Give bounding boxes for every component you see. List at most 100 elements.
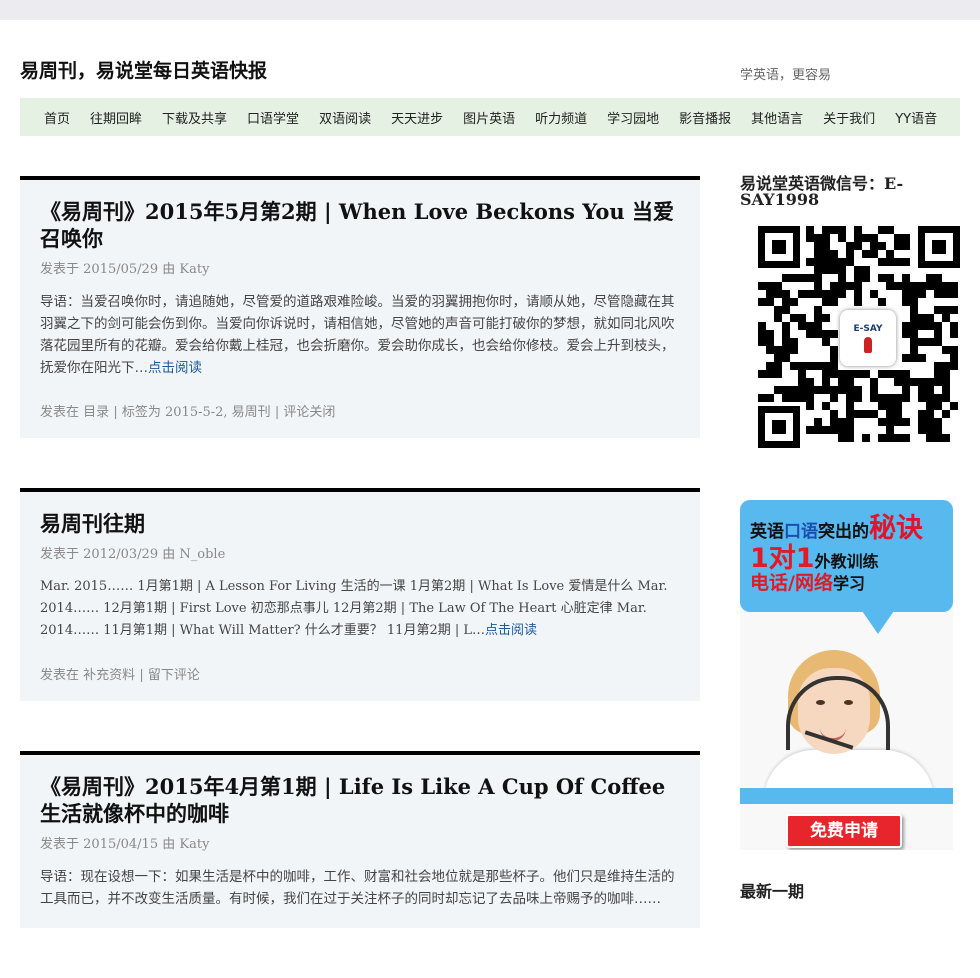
qr-module [766, 362, 774, 370]
nav-item-archive[interactable]: 往期回眸 [80, 108, 152, 127]
nav-item-study[interactable]: 学习园地 [597, 108, 669, 127]
qr-module [790, 346, 798, 354]
qr-module [926, 282, 934, 290]
nav-item-listening[interactable]: 听力频道 [525, 108, 597, 127]
category-link[interactable]: 目录 [83, 405, 109, 420]
nav-item-home[interactable]: 首页 [34, 108, 80, 127]
qr-module [766, 330, 774, 338]
footer-separator: | [113, 405, 118, 420]
qr-module [822, 378, 830, 386]
leave-comment-link[interactable]: 留下评论 [148, 668, 200, 683]
qr-module [854, 266, 862, 274]
qr-module [806, 378, 814, 386]
qr-module [830, 418, 838, 426]
qr-module [830, 394, 838, 402]
read-more-link[interactable]: 点击阅读 [148, 360, 202, 376]
qr-module [806, 274, 814, 282]
qr-module [854, 298, 862, 306]
qr-module [902, 258, 910, 266]
qr-module [942, 314, 950, 322]
comments-status: 评论关闭 [283, 405, 336, 420]
qr-module [894, 410, 902, 418]
qr-module [934, 370, 942, 378]
qr-module [838, 226, 846, 234]
nav-item-other-languages[interactable]: 其他语言 [741, 108, 813, 127]
tags-links[interactable]: 2015-5-2, 易周刊 [165, 405, 271, 420]
nav-item-bilingual[interactable]: 双语阅读 [309, 108, 381, 127]
read-more-link[interactable]: 点击阅读 [485, 623, 537, 638]
wechat-qr-code: E-SAY [758, 226, 960, 448]
qr-module [838, 386, 846, 394]
qr-module [846, 370, 854, 378]
post-author-link[interactable]: Katy [179, 837, 209, 852]
post-author-link[interactable]: N_oble [179, 547, 225, 562]
qr-module [814, 386, 822, 394]
qr-module [918, 314, 926, 322]
qr-module [862, 234, 870, 242]
nav-item-speaking[interactable]: 口语学堂 [237, 108, 309, 127]
qr-module [798, 394, 806, 402]
qr-module [846, 410, 854, 418]
nav-item-media[interactable]: 影音播报 [669, 108, 741, 127]
post-author-link[interactable]: Katy [179, 262, 209, 277]
post-meta: 发表于 2015/05/29 由 Katy [40, 258, 680, 277]
post-date-link[interactable]: 2012/03/29 [83, 547, 158, 562]
post-title-link[interactable]: 《易周刊》2015年4月第1期 | Life Is Like A Cup Of … [40, 774, 665, 826]
qr-module [942, 362, 950, 370]
qr-module [918, 418, 926, 426]
qr-module [934, 378, 942, 386]
qr-module [910, 298, 918, 306]
post-title-link[interactable]: 《易周刊》2015年5月第2期 | When Love Beckons You … [40, 199, 674, 251]
qr-module [814, 282, 822, 290]
qr-module [886, 394, 894, 402]
category-link[interactable]: 补充资料 [83, 668, 135, 683]
post-date-link[interactable]: 2015/05/29 [83, 262, 158, 277]
qr-module [814, 258, 822, 266]
qr-module [886, 410, 894, 418]
qr-module [822, 314, 830, 322]
nav-item-downloads[interactable]: 下载及共享 [152, 108, 237, 127]
qr-module [854, 242, 862, 250]
qr-module [926, 410, 934, 418]
qr-module [910, 282, 918, 290]
qr-module [894, 418, 902, 426]
qr-module [894, 394, 902, 402]
qr-module [790, 386, 798, 394]
qr-module [814, 242, 822, 250]
qr-module [926, 338, 934, 346]
qr-module [846, 386, 854, 394]
qr-module [822, 362, 830, 370]
qr-module [822, 226, 830, 234]
qr-module [814, 314, 822, 322]
qr-module [822, 426, 830, 434]
qr-module [758, 338, 766, 346]
qr-module [846, 282, 854, 290]
qr-module [846, 434, 854, 442]
qr-module [782, 394, 790, 402]
ad-operator-illustration [764, 650, 934, 800]
post-title: 易周刊往期 [40, 510, 680, 537]
nav-item-about[interactable]: 关于我们 [813, 108, 885, 127]
qr-module [910, 346, 918, 354]
nav-item-yy-voice[interactable]: YY语音 [885, 108, 947, 127]
qr-module [766, 394, 774, 402]
site-title[interactable]: 易周刊，易说堂每日英语快报 [20, 56, 267, 83]
qr-module [918, 378, 926, 386]
qr-module [766, 346, 774, 354]
qr-module [902, 394, 910, 402]
qr-logo-text: E-SAY [853, 323, 883, 334]
qr-logo: E-SAY [840, 310, 896, 366]
nav-item-daily[interactable]: 天天进步 [381, 108, 453, 127]
post-date-link[interactable]: 2015/04/15 [83, 837, 158, 852]
qr-module [798, 362, 806, 370]
spoken-english-ad[interactable]: 英语口语突出的秘诀 1对1外教训练 电话/网络学习 免费申请 [740, 500, 953, 850]
post-title-link[interactable]: 易周刊往期 [40, 511, 145, 536]
qr-module [814, 426, 822, 434]
qr-module [782, 346, 790, 354]
qr-module [918, 394, 926, 402]
qr-module [894, 378, 902, 386]
qr-module [926, 402, 934, 410]
nav-item-picture-english[interactable]: 图片英语 [453, 108, 525, 127]
free-apply-button[interactable]: 免费申请 [786, 814, 902, 848]
qr-module [934, 402, 942, 410]
